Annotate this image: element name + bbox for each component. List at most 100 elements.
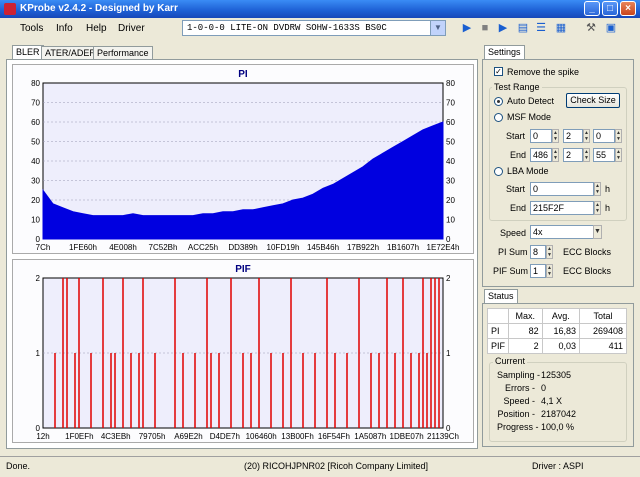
msf-end-minutes-field[interactable]: 486 [530,148,552,162]
tab-performance[interactable]: Performance [93,46,153,60]
lba-start-unit: h [605,184,611,194]
y-tick-label: 50 [31,138,40,147]
x-tick-label: 12h [36,432,49,441]
speed-dropdown-icon[interactable]: ▼ [593,225,602,239]
pif-sum-label: PIF Sum [493,266,529,276]
msf-end-minutes-spinner[interactable]: ▲ ▼ [552,148,559,162]
tab-ater-ader[interactable]: ATER/ADER [41,46,100,60]
msf-end-seconds-field[interactable]: 2 [563,148,583,162]
auto-detect-label: Auto Detect [507,96,555,106]
status-header-avg: Avg. [541,308,581,324]
y-tick-label: 60 [31,118,40,127]
speed-current-value: 4,1 X [541,396,563,406]
lba-start-spinner[interactable]: ▲ ▼ [594,182,601,196]
tab-settings[interactable]: Settings [484,45,525,60]
y-tick-label-right: 20 [446,196,455,205]
check-size-button[interactable]: Check Size [566,93,620,108]
y-tick-label-right: 10 [446,216,455,225]
status-table: Max. Avg. Total PI 82 16,83 269408 PIF 2… [486,308,627,354]
tools-icon[interactable]: ⚒ [584,21,598,35]
menu-tools[interactable]: Tools [20,23,43,34]
x-tick-label: 13B00Fh [281,432,313,441]
position-value: 2187042 [541,409,577,419]
x-tick-label: 1B1607h [387,243,419,252]
remove-spike-checkbox[interactable]: ✓ [494,67,503,76]
pif-max-value: 2 [508,338,543,354]
msf-start-minutes-spinner[interactable]: ▲ ▼ [552,129,559,143]
remove-spike-label: Remove the spike [507,67,580,77]
pi-sum-label: PI Sum [498,247,528,257]
pi-avg-value: 16,83 [541,323,581,339]
chart-title: PI [238,69,248,80]
title-bar: KProbe v2.4.2 - Designed by Karr _ □ × [0,0,640,18]
pi-sum-ecc-label: ECC Blocks [563,247,612,257]
pif-sum-spinner[interactable]: ▲ ▼ [546,264,553,278]
layout-single-icon[interactable]: ▤ [516,21,530,35]
pif-avg-value: 0,03 [541,338,581,354]
device-select-value: 1-0-0-0 LITE-ON DVDRW SOHW-1633S BS0C [187,23,387,33]
y-tick-label-right: 60 [446,118,455,127]
lba-end-label: End [510,203,527,213]
list-icon[interactable]: ▦ [554,21,568,35]
speed-current-label: Speed - [503,396,535,406]
pif-sum-field[interactable]: 1 [530,264,546,278]
y-tick-label: 10 [31,216,40,225]
y-tick-label: 30 [31,177,40,186]
x-tick-label: DD389h [228,243,257,252]
chevron-down-icon[interactable]: ▼ [430,21,445,35]
msf-start-seconds-field[interactable]: 2 [563,129,583,143]
msf-start-seconds-spinner[interactable]: ▲ ▼ [583,129,590,143]
y-tick-label: 80 [31,79,40,88]
msf-start-frames-spinner[interactable]: ▲ ▼ [615,129,622,143]
stop-icon[interactable]: ■ [478,21,492,35]
play-icon[interactable]: ▶ [496,21,510,35]
minimize-button[interactable]: _ [584,1,600,16]
msf-start-frames-field[interactable]: 0 [593,129,615,143]
table-row: PI 82 16,83 269408 [486,323,627,339]
msf-start-minutes-field[interactable]: 0 [530,129,552,143]
driver-info: Driver : ASPI [532,461,584,471]
close-button[interactable]: × [620,1,636,16]
y-tick-label-right: 30 [446,177,455,186]
lba-end-spinner[interactable]: ▲ ▼ [594,201,601,215]
disc-info: (20) RICOHJPNR02 [Ricoh Company Limited] [244,461,429,471]
tab-bler[interactable]: BLER [12,45,44,60]
save-icon[interactable]: ▣ [604,21,618,35]
pi-sum-spinner[interactable]: ▲ ▼ [546,245,553,259]
x-tick-label: 1FE60h [69,243,97,252]
maximize-button[interactable]: □ [602,1,618,16]
msf-end-label: End [510,150,527,160]
pi-sum-field[interactable]: 8 [530,245,546,259]
y-tick-label-right: 40 [446,157,455,166]
auto-detect-radio[interactable] [494,97,503,106]
pi-total-value: 269408 [579,323,627,339]
msf-end-frames-field[interactable]: 55 [593,148,615,162]
lba-mode-radio[interactable] [494,167,503,176]
msf-end-seconds-spinner[interactable]: ▲ ▼ [583,148,590,162]
speed-select[interactable]: 4x [530,225,602,239]
x-tick-label: 7Ch [36,243,51,252]
pi-chart: PI 0 0 10 10 20 20 30 30 40 40 50 50 60 60 70 70 80 80 7Ch 1… [12,64,474,254]
tab-status[interactable]: Status [484,289,518,304]
x-tick-label: 1DBE07h [390,432,424,441]
device-select[interactable]: 1-0-0-0 LITE-ON DVDRW SOHW-1633S BS0C ▼ [182,20,446,36]
menu-info[interactable]: Info [56,23,73,34]
layout-split-icon[interactable]: ☰ [534,21,548,35]
msf-end-frames-spinner[interactable]: ▲ ▼ [615,148,622,162]
sampling-label: Sampling - [497,370,541,380]
x-tick-label: 145B46h [307,243,339,252]
start-icon[interactable]: ▶ [460,21,474,35]
x-tick-label: 7C52Bh [149,243,178,252]
pi-max-value: 82 [508,323,543,339]
x-tick-label: ACC25h [188,243,218,252]
lba-end-field[interactable]: 215F2F [530,201,594,215]
x-tick-label: 79705h [139,432,166,441]
pi-chart-svg: PI0 010 1020 2030 3040 4050 5060 6070 7080 807Ch 1… [31,69,459,252]
msf-mode-radio[interactable] [494,113,503,122]
menu-help[interactable]: Help [86,23,107,34]
lba-start-field[interactable]: 0 [530,182,594,196]
x-tick-label: 16F54Fh [318,432,350,441]
x-tick-label: 21139Ch [427,432,459,441]
y-tick-label-right: 50 [446,138,455,147]
menu-driver[interactable]: Driver [118,23,145,34]
